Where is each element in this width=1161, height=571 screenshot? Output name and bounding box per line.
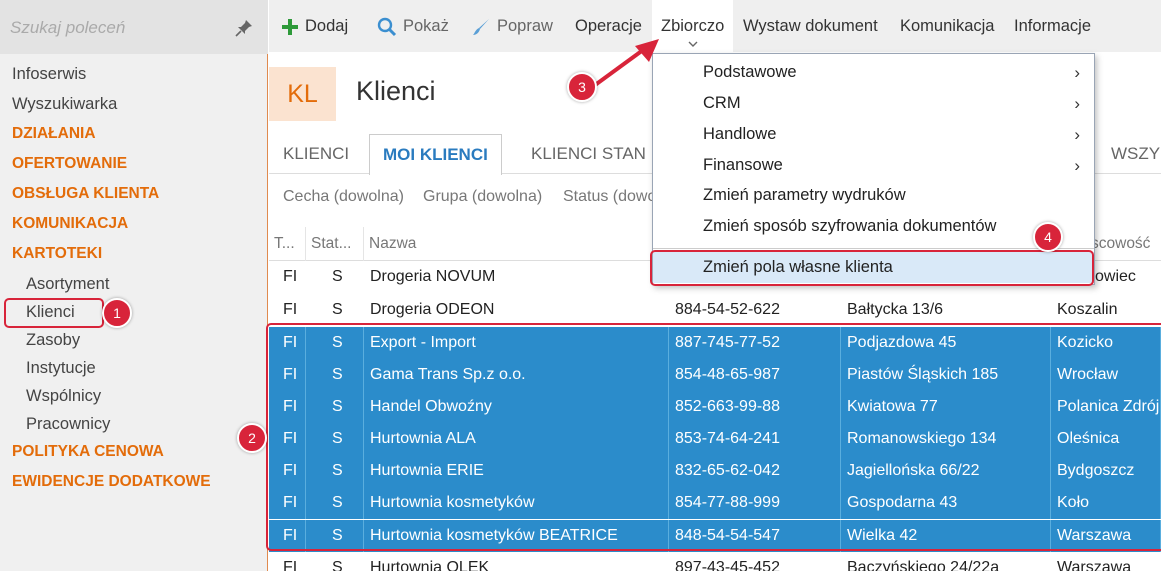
sidebar-section-komunikacja[interactable]: KOMUNIKACJA xyxy=(0,210,268,240)
search-input[interactable] xyxy=(10,14,230,42)
menu-item-crm[interactable]: CRM › xyxy=(653,88,1094,119)
sidebar: Infoserwis Wyszukiwarka DZIAŁANIA OFERTO… xyxy=(0,0,268,571)
brush-icon xyxy=(473,18,489,35)
show-button[interactable]: Pokaż xyxy=(377,0,449,52)
menu-item-handlowe[interactable]: Handlowe › xyxy=(653,119,1094,150)
pin-icon[interactable] xyxy=(234,18,254,38)
sidebar-section-obsluga-klienta[interactable]: OBSŁUGA KLIENTA xyxy=(0,180,268,210)
cell-nazwa: Drogeria NOVUM xyxy=(370,268,496,285)
annotation-marker-4: 4 xyxy=(1033,222,1063,252)
annotation-marker-2: 2 xyxy=(237,423,267,453)
sidebar-section-kartoteki[interactable]: KARTOTEKI xyxy=(0,240,268,270)
cell-adres: Bałtycka 13/6 xyxy=(847,301,944,318)
sidebar-item-infoserwis[interactable]: Infoserwis xyxy=(0,60,268,90)
tab-klienci-stan[interactable]: KLIENCI STAN xyxy=(531,134,646,174)
edit-button[interactable]: Popraw xyxy=(471,0,553,52)
chevron-right-icon: › xyxy=(1074,63,1080,82)
cell-typ: FI xyxy=(283,559,298,571)
sidebar-section-dzialania[interactable]: DZIAŁANIA xyxy=(0,120,268,150)
add-button[interactable]: Dodaj xyxy=(281,0,348,52)
toolbar: Dodaj Pokaż Popraw Operacje Zbiorczo Wys… xyxy=(269,0,1161,52)
issue-document-menu[interactable]: Wystaw dokument xyxy=(743,0,878,52)
annotation-marker-3: 3 xyxy=(567,72,597,102)
annotation-arrow-icon xyxy=(589,39,659,90)
sidebar-item-wyszukiwarka[interactable]: Wyszukiwarka xyxy=(0,90,268,120)
chevron-down-icon xyxy=(688,41,698,47)
cell-status: S xyxy=(332,301,343,318)
tab-wszy[interactable]: WSZY xyxy=(1111,134,1160,174)
cell-miejscowosc: Warszawa xyxy=(1057,559,1132,571)
add-button-label: Dodaj xyxy=(305,17,349,35)
menu-item-label: Handlowe xyxy=(703,125,777,143)
column-header-typ[interactable]: T... xyxy=(269,227,306,261)
sidebar-section-ofertowanie[interactable]: OFERTOWANIE xyxy=(0,150,268,180)
sidebar-nav: Infoserwis Wyszukiwarka DZIAŁANIA OFERTO… xyxy=(0,60,268,498)
sidebar-item-wspolnicy[interactable]: Wspólnicy xyxy=(0,382,268,410)
menu-item-podstawowe[interactable]: Podstawowe › xyxy=(653,57,1094,88)
chevron-right-icon: › xyxy=(1074,125,1080,144)
annotation-box-selection xyxy=(266,323,1161,551)
show-button-label: Pokaż xyxy=(403,17,449,35)
cell-miejscowosc: Koszalin xyxy=(1057,301,1118,318)
edit-button-label: Popraw xyxy=(497,17,553,35)
search-bar xyxy=(0,0,268,54)
annotation-box-menu-item xyxy=(650,250,1094,286)
menu-item-zmien-parametry-wydrukow[interactable]: Zmień parametry wydruków xyxy=(653,180,1094,211)
sidebar-item-asortyment[interactable]: Asortyment xyxy=(0,270,268,298)
filter-grupa[interactable]: Grupa (dowolna) xyxy=(423,188,542,206)
filter-status[interactable]: Status (dowo xyxy=(563,188,656,206)
module-badge: KL xyxy=(269,67,336,121)
table-row[interactable]: FI S Drogeria ODEON 884-54-52-622 Bałtycka 1… xyxy=(269,294,1161,326)
sidebar-item-zasoby[interactable]: Zasoby xyxy=(0,326,268,354)
cell-status: S xyxy=(332,559,343,571)
menu-item-label: CRM xyxy=(703,94,741,112)
menu-item-zmien-sposob-szyfrowania[interactable]: Zmień sposób szyfrowania dokumentów xyxy=(653,211,1094,242)
annotation-box-klienci xyxy=(4,298,104,328)
cell-nazwa: Hurtownia OLEK xyxy=(370,559,490,571)
tab-klienci[interactable]: KLIENCI xyxy=(283,134,349,174)
cell-adres: Baczyńskiego 24/22a xyxy=(847,559,1000,571)
annotation-marker-1: 1 xyxy=(102,298,132,328)
menu-separator xyxy=(653,248,1094,249)
information-menu[interactable]: Informacje xyxy=(1014,0,1091,52)
cell-typ: FI xyxy=(283,268,298,285)
app-window: Infoserwis Wyszukiwarka DZIAŁANIA OFERTO… xyxy=(0,0,1161,571)
sidebar-item-instytucje[interactable]: Instytucje xyxy=(0,354,268,382)
chevron-right-icon: › xyxy=(1074,94,1080,113)
cell-nazwa: Drogeria ODEON xyxy=(370,301,495,318)
menu-item-label: Podstawowe xyxy=(703,63,797,81)
plus-icon xyxy=(282,18,298,35)
cell-typ: FI xyxy=(283,301,298,318)
sidebar-item-pracownicy[interactable]: Pracownicy xyxy=(0,410,268,438)
page-title: Klienci xyxy=(356,76,436,106)
sidebar-section-ewidencje-dodatkowe[interactable]: EWIDENCJE DODATKOWE xyxy=(0,468,268,498)
tab-moi-klienci[interactable]: MOI KLIENCI xyxy=(369,134,502,175)
filter-cecha[interactable]: Cecha (dowolna) xyxy=(283,188,404,206)
cell-status: S xyxy=(332,268,343,285)
search-icon xyxy=(377,17,397,36)
cell-nip: 884-54-52-622 xyxy=(675,301,780,318)
table-row[interactable]: FI S Hurtownia OLEK 897-43-45-452 Baczyńskie… xyxy=(269,552,1161,571)
sidebar-section-polityka-cenowa[interactable]: POLITYKA CENOWA xyxy=(0,438,268,468)
communication-menu[interactable]: Komunikacja xyxy=(900,0,994,52)
column-header-nazwa[interactable]: Nazwa xyxy=(364,227,669,261)
menu-item-label: Finansowe xyxy=(703,156,783,174)
column-header-status[interactable]: Stat... xyxy=(306,227,364,261)
chevron-right-icon: › xyxy=(1074,156,1080,175)
menu-item-finansowe[interactable]: Finansowe › xyxy=(653,150,1094,181)
cell-nip: 897-43-45-452 xyxy=(675,559,780,571)
